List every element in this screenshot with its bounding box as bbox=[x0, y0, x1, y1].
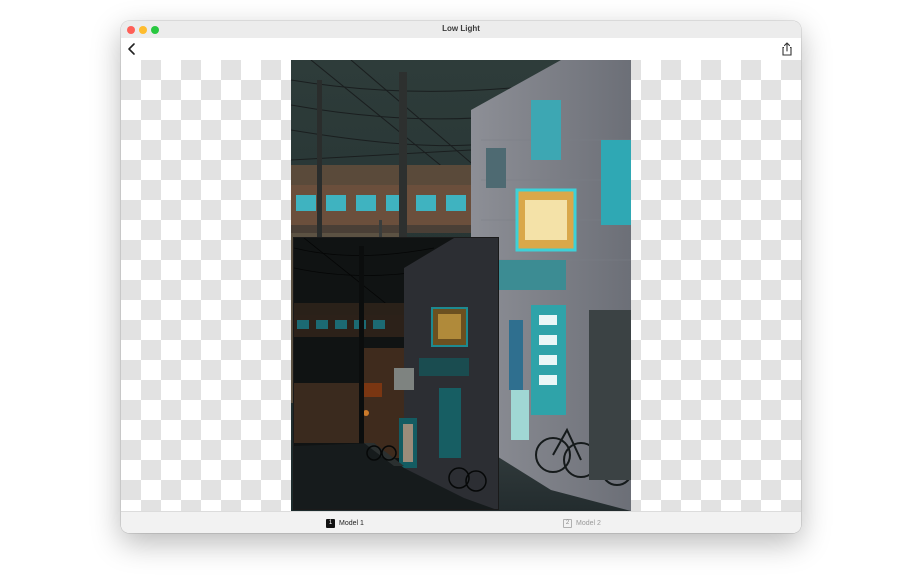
original-photo-inset[interactable] bbox=[293, 237, 499, 510]
share-icon bbox=[782, 42, 792, 56]
tab-model-2[interactable]: 2 Model 2 bbox=[563, 517, 601, 529]
image-canvas[interactable] bbox=[121, 60, 801, 511]
back-button[interactable] bbox=[124, 41, 140, 57]
model-2-label: Model 2 bbox=[576, 519, 601, 527]
enhanced-photo[interactable] bbox=[291, 60, 631, 511]
model-selector-bar: 1 Model 1 2 Model 2 bbox=[121, 511, 801, 533]
chevron-left-icon bbox=[128, 43, 135, 55]
model-1-label: Model 1 bbox=[339, 519, 364, 527]
share-button[interactable] bbox=[779, 41, 795, 57]
toolbar bbox=[121, 38, 801, 61]
tab-model-1[interactable]: 1 Model 1 bbox=[326, 517, 364, 529]
window-title: Low Light bbox=[442, 24, 480, 33]
app-window: Low Light 1 Model 1 2 Model 2 bbox=[121, 21, 801, 533]
model-2-number: 2 bbox=[563, 518, 572, 528]
title-bar: Low Light bbox=[121, 21, 801, 39]
model-1-number: 1 bbox=[326, 518, 335, 528]
